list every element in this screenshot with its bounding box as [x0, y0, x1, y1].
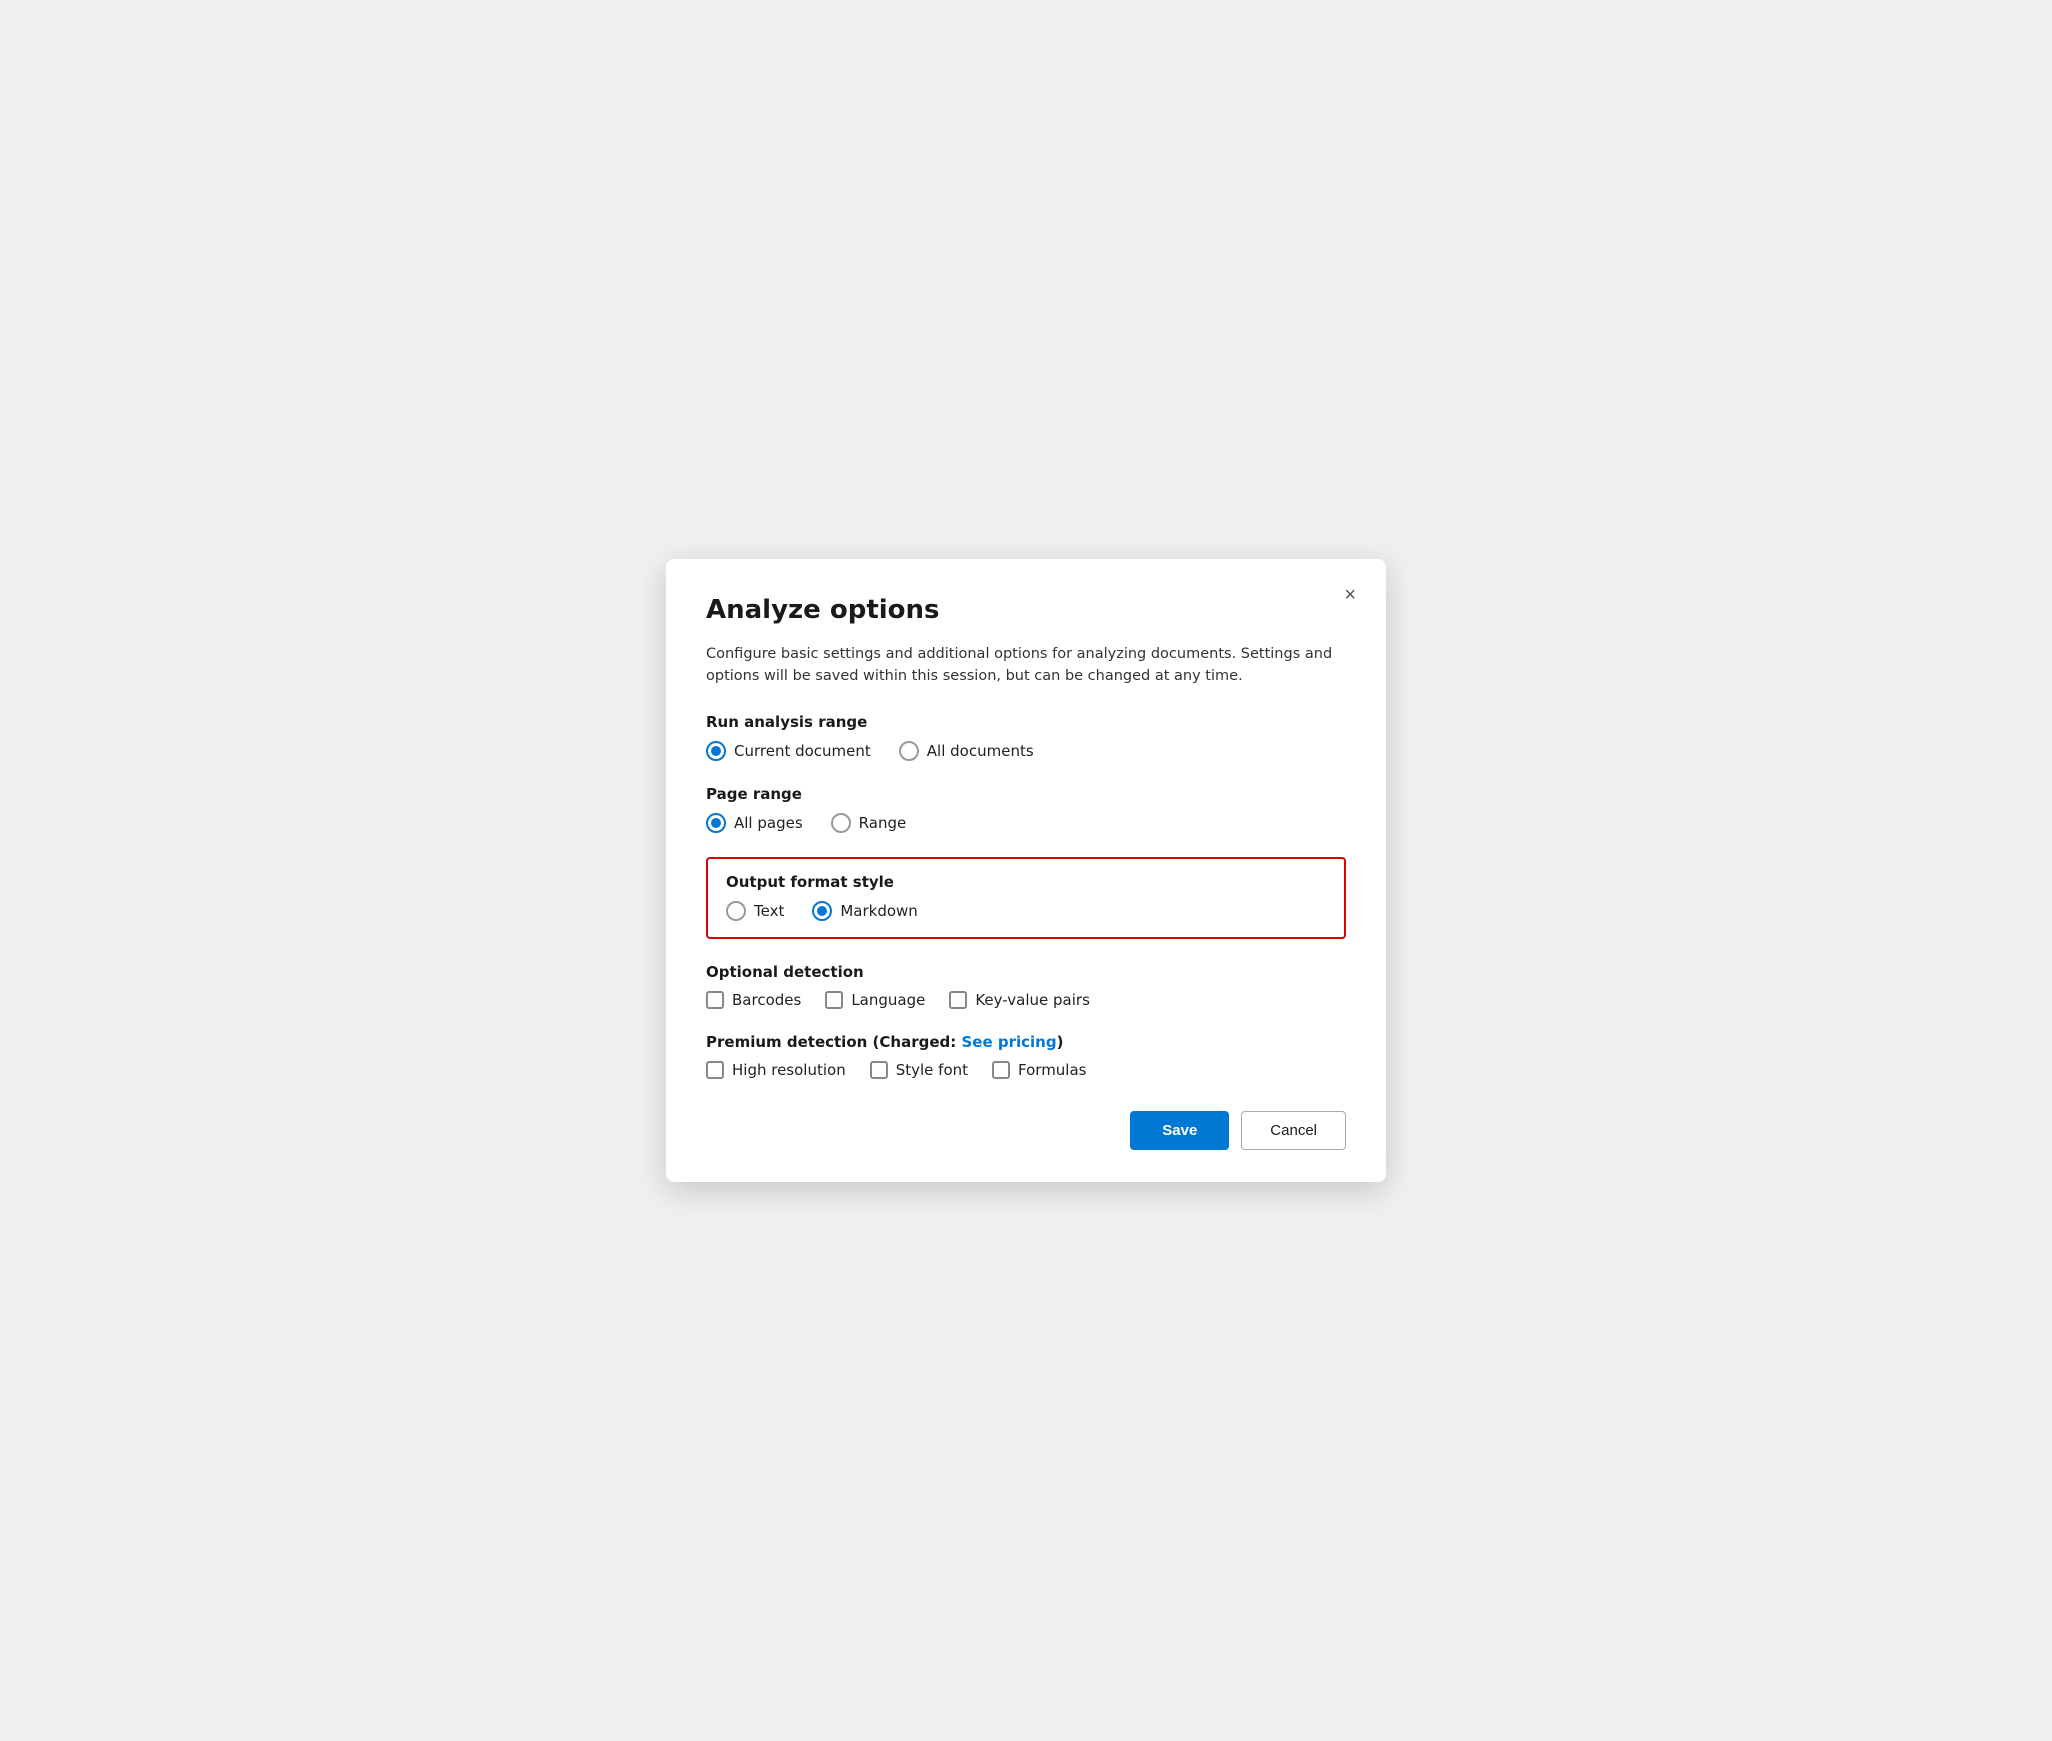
radio-label-current-document[interactable]: Current document	[706, 741, 871, 761]
checkbox-label-barcodes[interactable]: Barcodes	[706, 991, 801, 1009]
premium-detection-title: Premium detection (Charged: See pricing)	[706, 1033, 1346, 1051]
checkbox-style-font[interactable]	[870, 1061, 888, 1079]
see-pricing-link[interactable]: See pricing	[961, 1033, 1056, 1051]
checkbox-label-style-font[interactable]: Style font	[870, 1061, 968, 1079]
radio-current-document-label: Current document	[734, 742, 871, 760]
save-button[interactable]: Save	[1130, 1111, 1229, 1150]
checkbox-key-value-pairs[interactable]	[949, 991, 967, 1009]
checkbox-key-value-pairs-label: Key-value pairs	[975, 991, 1090, 1009]
dialog-footer: Save Cancel	[706, 1111, 1346, 1150]
checkbox-formulas-label: Formulas	[1018, 1061, 1086, 1079]
page-range-section: Page range All pages Range	[706, 785, 1346, 833]
output-format-style-title: Output format style	[726, 873, 1326, 891]
optional-detection-section: Optional detection Barcodes Language Key…	[706, 963, 1346, 1009]
checkbox-formulas[interactable]	[992, 1061, 1010, 1079]
radio-range[interactable]	[831, 813, 851, 833]
radio-text[interactable]	[726, 901, 746, 921]
radio-label-markdown[interactable]: Markdown	[812, 901, 917, 921]
radio-text-label: Text	[754, 902, 784, 920]
checkbox-barcodes[interactable]	[706, 991, 724, 1009]
page-range-group: All pages Range	[706, 813, 1346, 833]
radio-label-text[interactable]: Text	[726, 901, 784, 921]
radio-markdown[interactable]	[812, 901, 832, 921]
premium-detection-title-suffix: )	[1057, 1033, 1064, 1051]
radio-label-all-pages[interactable]: All pages	[706, 813, 803, 833]
dialog-title: Analyze options	[706, 595, 1346, 625]
radio-label-all-documents[interactable]: All documents	[899, 741, 1034, 761]
checkbox-label-language[interactable]: Language	[825, 991, 925, 1009]
close-button[interactable]: ×	[1338, 581, 1362, 609]
radio-all-pages-label: All pages	[734, 814, 803, 832]
checkbox-high-resolution[interactable]	[706, 1061, 724, 1079]
analyze-options-dialog: × Analyze options Configure basic settin…	[666, 559, 1386, 1183]
checkbox-barcodes-label: Barcodes	[732, 991, 801, 1009]
premium-detection-group: High resolution Style font Formulas	[706, 1061, 1346, 1079]
radio-all-documents-label: All documents	[927, 742, 1034, 760]
output-format-style-section: Output format style Text Markdown	[706, 857, 1346, 939]
radio-label-range[interactable]: Range	[831, 813, 907, 833]
output-format-style-group: Text Markdown	[726, 901, 1326, 921]
radio-all-documents[interactable]	[899, 741, 919, 761]
radio-current-document[interactable]	[706, 741, 726, 761]
checkbox-label-formulas[interactable]: Formulas	[992, 1061, 1086, 1079]
dialog-description: Configure basic settings and additional …	[706, 643, 1346, 688]
premium-detection-section: Premium detection (Charged: See pricing)…	[706, 1033, 1346, 1079]
run-analysis-range-group: Current document All documents	[706, 741, 1346, 761]
run-analysis-range-section: Run analysis range Current document All …	[706, 713, 1346, 761]
checkbox-language[interactable]	[825, 991, 843, 1009]
radio-markdown-label: Markdown	[840, 902, 917, 920]
run-analysis-range-title: Run analysis range	[706, 713, 1346, 731]
checkbox-label-key-value-pairs[interactable]: Key-value pairs	[949, 991, 1090, 1009]
checkbox-style-font-label: Style font	[896, 1061, 968, 1079]
page-range-title: Page range	[706, 785, 1346, 803]
checkbox-high-resolution-label: High resolution	[732, 1061, 846, 1079]
cancel-button[interactable]: Cancel	[1241, 1111, 1346, 1150]
radio-all-pages[interactable]	[706, 813, 726, 833]
optional-detection-title: Optional detection	[706, 963, 1346, 981]
checkbox-language-label: Language	[851, 991, 925, 1009]
optional-detection-group: Barcodes Language Key-value pairs	[706, 991, 1346, 1009]
checkbox-label-high-resolution[interactable]: High resolution	[706, 1061, 846, 1079]
premium-detection-title-prefix: Premium detection (Charged:	[706, 1033, 961, 1051]
radio-range-label: Range	[859, 814, 907, 832]
